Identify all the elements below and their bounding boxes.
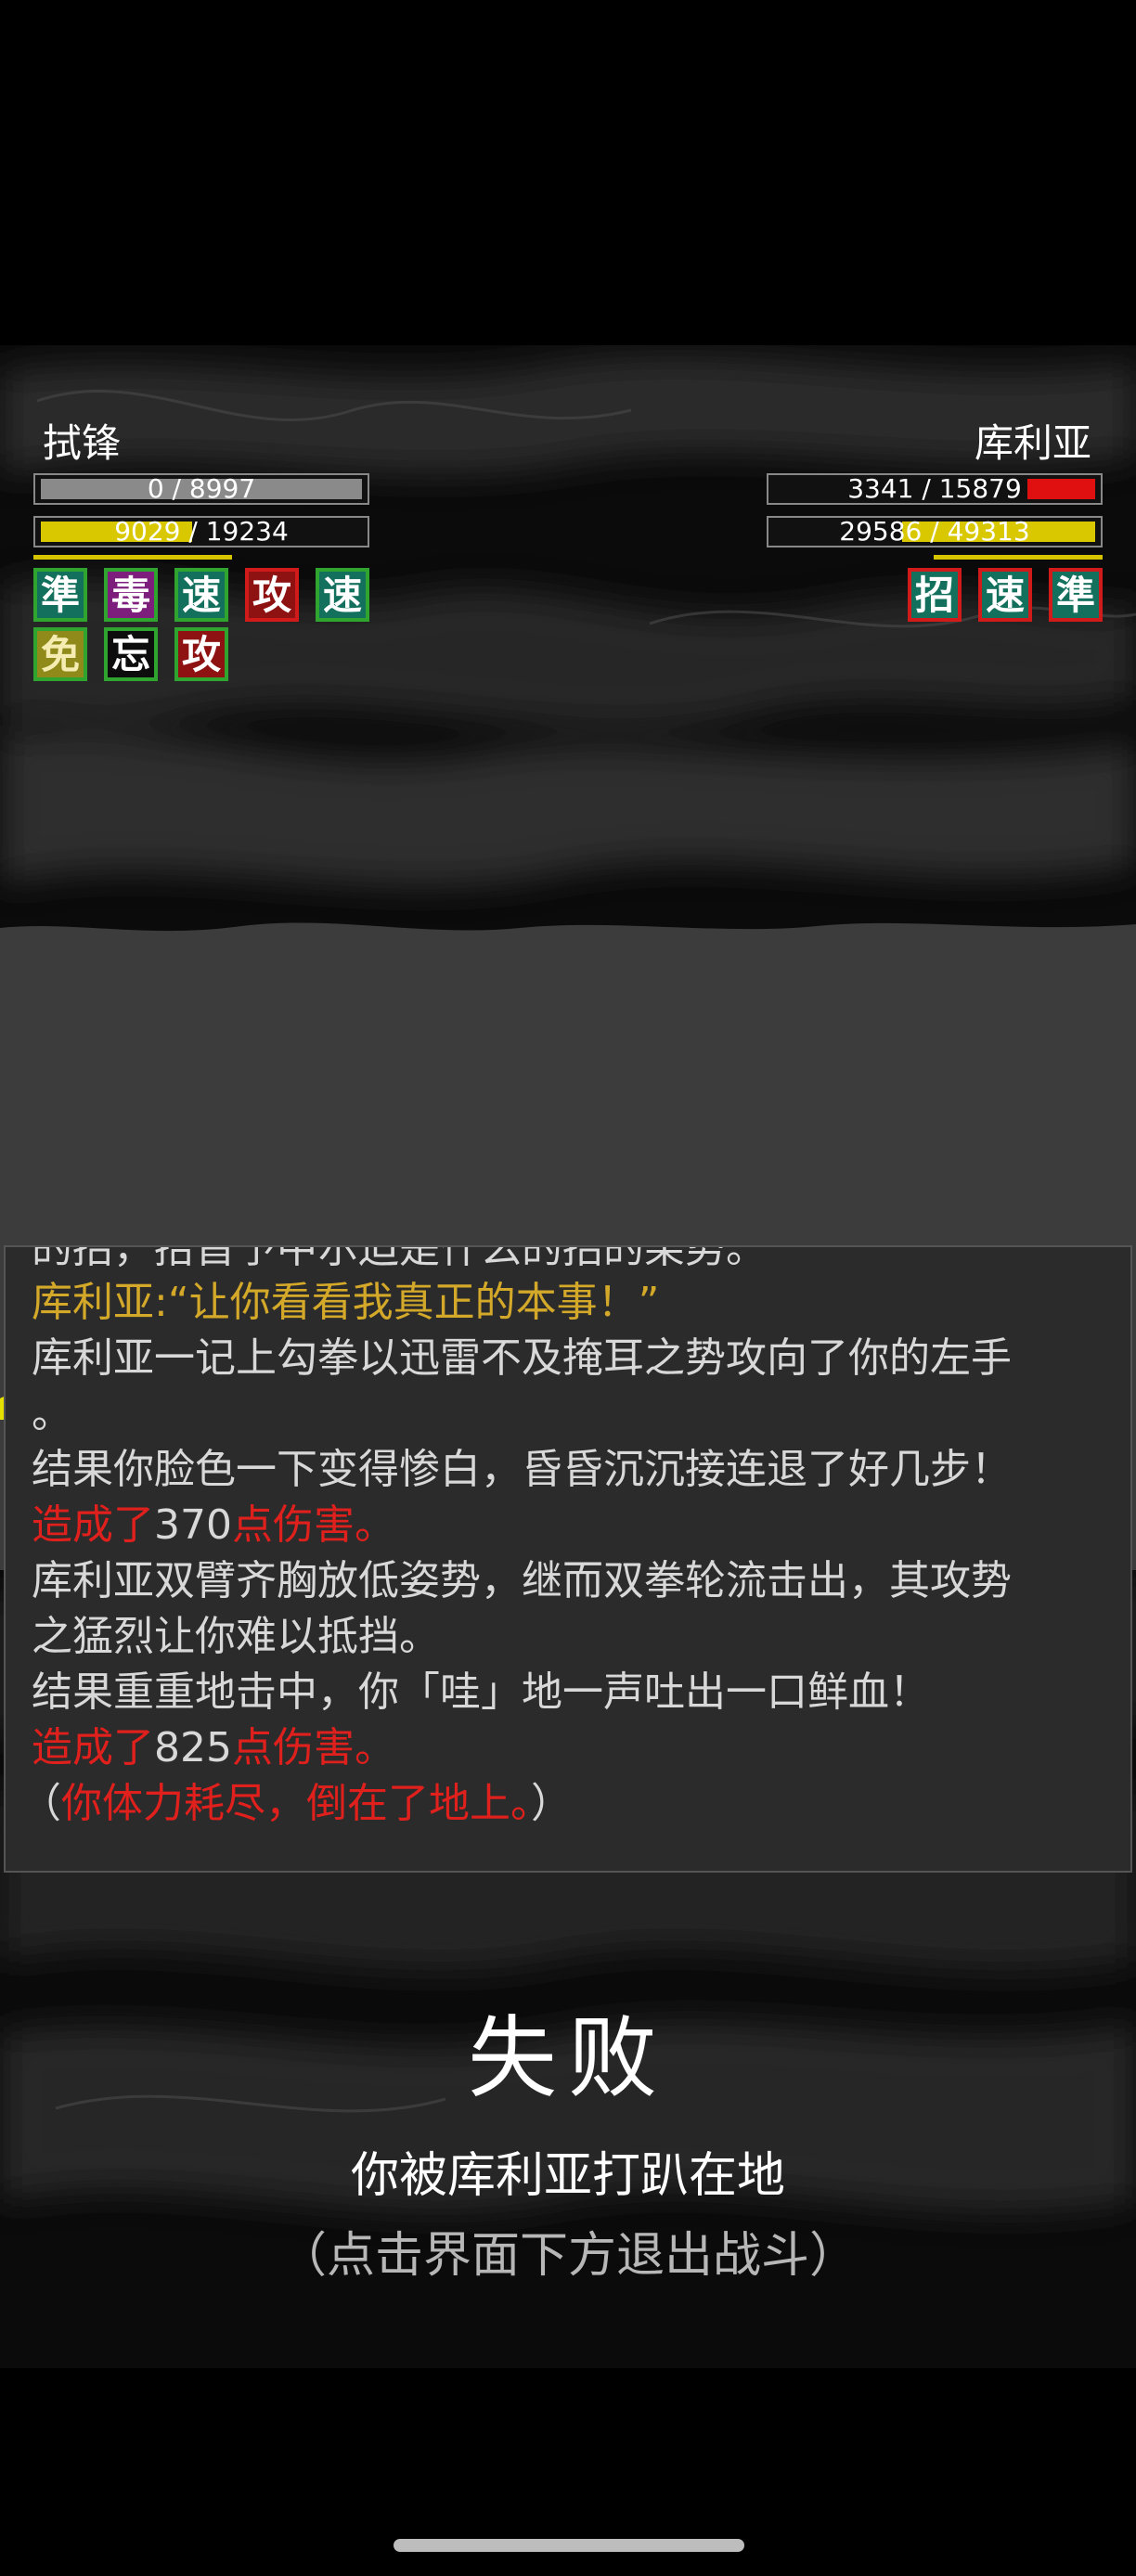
battle-scene[interactable]: 拭锋 0 / 8997 9029 / 19234 準 毒 速 攻 速 免 忘 攻… [0,345,1136,2368]
player-energy-text: 9029 / 19234 [114,516,289,547]
buff-badge[interactable]: 速 [316,568,369,622]
knockout-text: 你体力耗尽，倒在了地上。 [61,1780,531,1827]
enemy-buff-badge[interactable]: 招 [908,568,962,622]
exit-hint[interactable]: （点击界面下方退出战斗） [0,2216,1136,2286]
log-line: 。 [32,1390,72,1437]
damage-prefix: 造成了 [32,1724,154,1771]
buff-badge[interactable]: 毒 [104,568,158,622]
buff-badge[interactable]: 攻 [245,568,299,622]
log-line: 库利亚一记上勾拳以迅雷不及掩耳之势攻向了你的左手 [32,1334,1012,1382]
log-line: 之猛烈让你难以抵挡。 [32,1613,440,1660]
damage-suffix: 点伤害。 [231,1501,395,1549]
enemy-buff-badge[interactable]: 準 [1049,568,1103,622]
paren-close: ） [531,1780,572,1827]
player-hp-text: 0 / 8997 [147,473,256,504]
enemy-hp-bar: 3341 / 15879 [767,473,1103,505]
damage-value: 825 [154,1724,232,1771]
enemy-energy-bar: 29586 / 49313 [767,516,1103,547]
enemy-hp-text: 3341 / 15879 [847,473,1022,504]
player-hp-bar: 0 / 8997 [33,473,369,505]
player-energy-bar: 9029 / 19234 [33,516,369,547]
log-line-damage: 造成了370点伤害。 [32,1498,395,1553]
enemy-buff-badge[interactable]: 速 [978,568,1032,622]
home-indicator[interactable] [394,2539,744,2552]
player-name: 拭锋 [43,420,122,466]
damage-prefix: 造成了 [32,1501,154,1549]
enemy-energy-text: 29586 / 49313 [839,516,1030,547]
buff-badge[interactable]: 免 [33,627,87,681]
buff-badge[interactable]: 忘 [104,627,158,681]
top-black-area [0,0,1136,345]
log-line-quote: 库利亚:“让你看看我真正的本事！” [32,1279,660,1326]
battle-log[interactable]: 的招，抬首予中尔迫是什么的招的架势。 库利亚:“让你看看我真正的本事！” 库利亚… [4,1245,1132,1873]
damage-suffix: 点伤害。 [231,1724,395,1771]
damage-value: 370 [154,1501,232,1549]
buff-badge[interactable]: 速 [174,568,228,622]
enemy-underline [934,555,1103,560]
log-line-damage: 造成了825点伤害。 [32,1720,395,1776]
paren-open: （ [20,1780,61,1827]
buff-badge[interactable]: 準 [33,568,87,622]
player-underline [33,555,232,560]
log-line: 的招，抬首予中尔迫是什么的招的架势。 [32,1245,767,1272]
log-line: 结果重重地击中，你「哇」地一声吐出一口鲜血！ [32,1668,930,1716]
log-line-knockout: （你体力耗尽，倒在了地上。） [20,1776,572,1832]
result-title: 失败 [468,2006,668,2110]
log-line: 库利亚双臂齐胸放低姿势，继而双拳轮流击出，其攻势 [32,1557,1012,1604]
result-subtitle: 你被库利亚打趴在地 [350,2148,785,2204]
enemy-name: 库利亚 [974,420,1091,466]
log-line: 结果你脸色一下变得惨白，昏昏沉沉接连退了好几步！ [32,1446,1012,1493]
buff-badge[interactable]: 攻 [174,627,228,681]
